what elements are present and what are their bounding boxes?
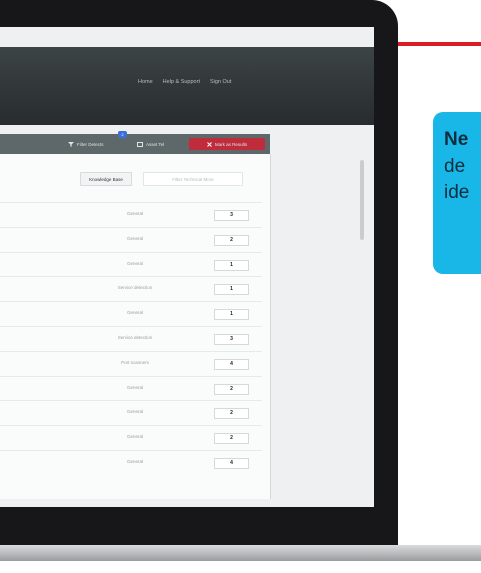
row-count[interactable]: 1 — [214, 259, 249, 271]
table-row[interactable]: General 2 — [0, 226, 262, 252]
table-icon — [137, 141, 143, 147]
filter-detects-button[interactable]: Filter Detects — [68, 138, 104, 150]
callout-line-3: ide — [444, 182, 470, 203]
row-count[interactable]: 2 — [214, 408, 249, 420]
add-asset-label: Asset Tel — [146, 141, 165, 147]
row-category: Port scanners — [121, 359, 149, 365]
row-count[interactable]: 3 — [214, 334, 249, 345]
table-row[interactable]: General 2 — [0, 400, 262, 425]
row-category: General — [126, 434, 143, 440]
nav-link-help-support[interactable]: Help & Support — [163, 79, 200, 85]
row-count[interactable]: 1 — [214, 284, 249, 296]
nav-links: Home Help & Support Sign Out — [138, 79, 231, 85]
row-category: General — [126, 260, 143, 266]
row-category: General — [126, 409, 143, 415]
tab-filter-technical[interactable]: Filter Technical More — [143, 172, 243, 186]
row-category: General — [126, 310, 143, 316]
table-row[interactable]: General 3 — [0, 202, 262, 227]
table-row[interactable]: Port scanners 4 — [0, 350, 262, 376]
row-count[interactable]: 2 — [214, 433, 249, 445]
mark-results-button[interactable]: Mark as Results — [189, 138, 265, 150]
table-row[interactable]: General 2 — [0, 425, 262, 450]
mark-results-label: Mark as Results — [214, 141, 248, 147]
filter-icon — [68, 141, 74, 147]
nav-link-home[interactable]: Home — [138, 79, 153, 85]
row-count[interactable]: 4 — [214, 458, 249, 469]
top-navigation-bar — [0, 47, 374, 125]
row-count[interactable]: 2 — [214, 383, 249, 395]
row-category: General — [126, 211, 143, 216]
add-asset-button[interactable]: Asset Tel — [137, 138, 164, 150]
row-count[interactable]: 3 — [214, 210, 249, 221]
table-row[interactable]: Service detection 3 — [0, 326, 262, 351]
accent-line — [398, 42, 481, 46]
close-icon — [207, 141, 212, 147]
row-count[interactable]: 1 — [214, 309, 249, 321]
scrollbar[interactable] — [360, 160, 364, 240]
table-row[interactable]: General 4 — [0, 450, 262, 475]
filter-detects-label: Filter Detects — [77, 141, 104, 147]
table-row[interactable]: General 1 — [0, 251, 262, 277]
row-category: General — [126, 459, 143, 464]
row-category: General — [126, 235, 143, 241]
row-count[interactable]: 4 — [214, 358, 249, 370]
callout-box: Ne de ide — [433, 112, 481, 274]
laptop-base — [0, 545, 481, 561]
table-row[interactable]: Service detection 1 — [0, 276, 262, 301]
filter-count-badge: 2 — [118, 131, 127, 138]
row-category: Service detection — [117, 335, 153, 340]
callout-line-2: de — [444, 156, 466, 177]
table-row[interactable]: General 1 — [0, 301, 262, 326]
row-category: General — [126, 384, 143, 390]
nav-link-sign-out[interactable]: Sign Out — [210, 79, 231, 85]
row-count[interactable]: 2 — [214, 234, 249, 246]
tab-knowledge-base[interactable]: Knowledge Base — [80, 172, 132, 186]
row-category: Service detection — [117, 285, 153, 291]
callout-line-1: Ne — [444, 129, 469, 150]
table-row[interactable]: General 2 — [0, 375, 262, 401]
